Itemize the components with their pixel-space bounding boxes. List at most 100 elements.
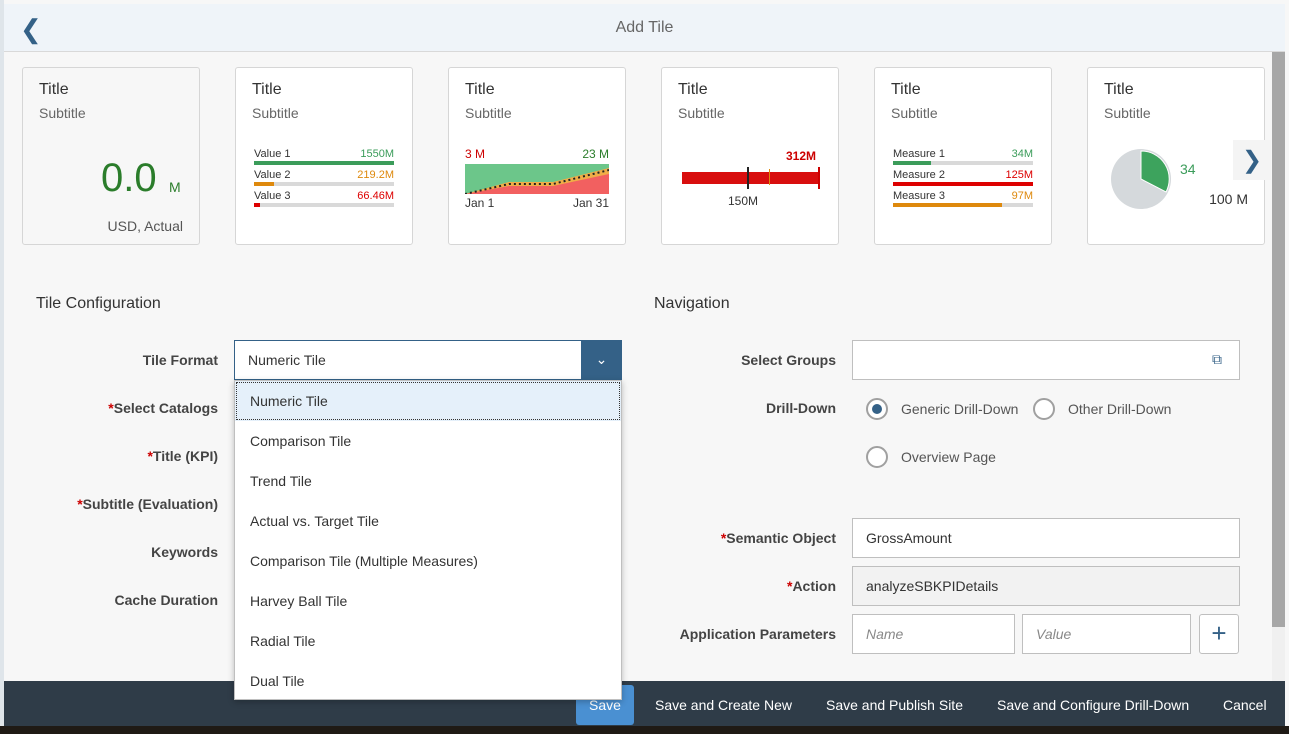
tile-title: Title — [39, 81, 69, 99]
tile-comparison[interactable]: Title Subtitle Value 1 1550M Value 2 219.2M… — [235, 67, 413, 245]
tile-comparison-multiple[interactable]: Title Subtitle Measure 1 34M Measure 2 125M… — [874, 67, 1052, 245]
tile-title: Title — [252, 81, 282, 99]
dropdown-option[interactable]: Comparison Tile (Multiple Measures) — [235, 541, 621, 581]
harvey-fraction: 34 — [1180, 161, 1196, 177]
row-label: Value 3 — [254, 190, 291, 202]
tile-subtitle: Subtitle — [678, 105, 725, 121]
tile-title: Title — [465, 81, 495, 99]
tile-numeric[interactable]: Title Subtitle 0.0 M USD, Actual — [22, 67, 200, 245]
row-label: Value 2 — [254, 169, 291, 181]
overview-page-radio[interactable] — [866, 446, 888, 468]
scrollbar-thumb[interactable] — [1272, 52, 1285, 627]
row-label: Measure 1 — [893, 148, 945, 160]
row-bar — [254, 203, 394, 207]
scrollbar[interactable] — [1272, 52, 1285, 682]
tile-subtitle: Subtitle — [891, 105, 938, 121]
row-label: Measure 2 — [893, 169, 945, 181]
page-title: Add Tile — [4, 19, 1285, 37]
dropdown-option[interactable]: Comparison Tile — [235, 421, 621, 461]
harvey-ball — [1110, 148, 1172, 210]
next-tiles-button[interactable]: ❯ — [1233, 140, 1271, 180]
parameter-value-input[interactable]: Value — [1022, 614, 1191, 654]
row-value: 219.2M — [357, 169, 394, 181]
value-help-icon[interactable]: ⧉ — [1212, 351, 1222, 368]
add-parameter-button[interactable]: + — [1199, 614, 1239, 654]
target-value: 150M — [728, 194, 758, 208]
row-value: 34M — [1012, 148, 1033, 160]
subtitle-evaluation-label: *Subtitle (Evaluation) — [77, 496, 218, 512]
comparison-row: Measure 1 34M — [893, 148, 1033, 165]
row-bar-fill — [254, 182, 274, 186]
navigation-heading: Navigation — [654, 295, 730, 313]
row-bar — [254, 182, 394, 186]
trend-chart — [465, 164, 609, 194]
row-bar — [254, 161, 394, 165]
application-parameters-label: Application Parameters — [680, 626, 836, 642]
trend-start-value: 3 M — [465, 147, 485, 161]
tile-subtitle: Subtitle — [252, 105, 299, 121]
trend-start-date: Jan 1 — [465, 196, 494, 210]
row-bar-fill — [893, 161, 931, 165]
comparison-row: Value 2 219.2M — [254, 169, 394, 186]
row-label: Measure 3 — [893, 190, 945, 202]
action-input[interactable]: analyzeSBKPIDetails — [852, 566, 1240, 606]
actual-bar — [682, 172, 820, 184]
trend-end-value: 23 M — [582, 147, 609, 161]
parameter-name-input[interactable]: Name — [852, 614, 1015, 654]
dropdown-option[interactable]: Trend Tile — [235, 461, 621, 501]
select-groups-label: Select Groups — [741, 352, 836, 368]
chevron-down-icon: ⌄ — [596, 351, 608, 367]
dropdown-option[interactable]: Harvey Ball Tile — [235, 581, 621, 621]
chevron-right-icon: ❯ — [1242, 147, 1262, 174]
row-bar — [893, 161, 1033, 165]
row-bar — [893, 182, 1033, 186]
cancel-button[interactable]: Cancel — [1223, 697, 1267, 713]
tile-title: Title — [891, 81, 921, 99]
comparison-row: Measure 397M — [893, 190, 1033, 207]
actual-value: 312M — [786, 149, 816, 163]
header: ❮ Add Tile — [4, 4, 1285, 52]
row-bar — [893, 203, 1033, 207]
tile-format-dropdown-list: Numeric Tile Comparison Tile Trend Tile … — [234, 380, 622, 700]
tile-format-select[interactable]: Numeric Tile — [234, 340, 622, 380]
row-bar-fill — [893, 182, 1033, 186]
row-value: 66.46M — [357, 190, 394, 202]
semantic-object-label: *Semantic Object — [721, 530, 836, 546]
generic-drill-down-radio[interactable] — [866, 398, 888, 420]
threshold-marker — [769, 169, 770, 185]
row-bar-fill — [254, 203, 260, 207]
row-value: 1550M — [360, 148, 394, 160]
save-and-configure-drill-down-button[interactable]: Save and Configure Drill-Down — [997, 697, 1189, 713]
row-label: Value 1 — [254, 148, 291, 160]
comparison-row: Value 1 1550M — [254, 148, 394, 165]
tile-footer: USD, Actual — [108, 218, 183, 234]
trend-end-date: Jan 31 — [573, 196, 609, 210]
save-and-create-new-button[interactable]: Save and Create New — [655, 697, 792, 713]
other-drill-down-label: Other Drill-Down — [1068, 401, 1171, 417]
target-marker — [747, 167, 749, 189]
tile-format-dropdown-button[interactable]: ⌄ — [581, 340, 622, 380]
background-strip — [0, 726, 1289, 734]
harvey-total: 100 M — [1209, 191, 1248, 207]
save-and-publish-site-button[interactable]: Save and Publish Site — [826, 697, 963, 713]
other-drill-down-radio[interactable] — [1033, 398, 1055, 420]
tile-actual-vs-target[interactable]: Title Subtitle 312M 150M — [661, 67, 839, 245]
dropdown-option[interactable]: Dual Tile — [235, 661, 621, 701]
row-value: 125M — [1005, 169, 1033, 181]
tile-subtitle: Subtitle — [1104, 105, 1151, 121]
window-frame — [0, 0, 4, 734]
tile-config-heading: Tile Configuration — [36, 295, 161, 313]
semantic-object-input[interactable]: GrossAmount — [852, 518, 1240, 558]
overview-page-label: Overview Page — [901, 449, 996, 465]
generic-drill-down-label: Generic Drill-Down — [901, 401, 1018, 417]
tile-trend[interactable]: Title Subtitle 3 M 23 M Jan 1 Jan 31 — [448, 67, 626, 245]
tile-subtitle: Subtitle — [465, 105, 512, 121]
row-bar-fill — [893, 203, 1002, 207]
dropdown-option[interactable]: Actual vs. Target Tile — [235, 501, 621, 541]
tile-title: Title — [678, 81, 708, 99]
dropdown-option[interactable]: Numeric Tile — [235, 381, 621, 421]
select-groups-input[interactable] — [852, 340, 1240, 380]
dropdown-option[interactable]: Radial Tile — [235, 621, 621, 661]
action-label: *Action — [787, 578, 836, 594]
comparison-row: Measure 2 125M — [893, 169, 1033, 186]
